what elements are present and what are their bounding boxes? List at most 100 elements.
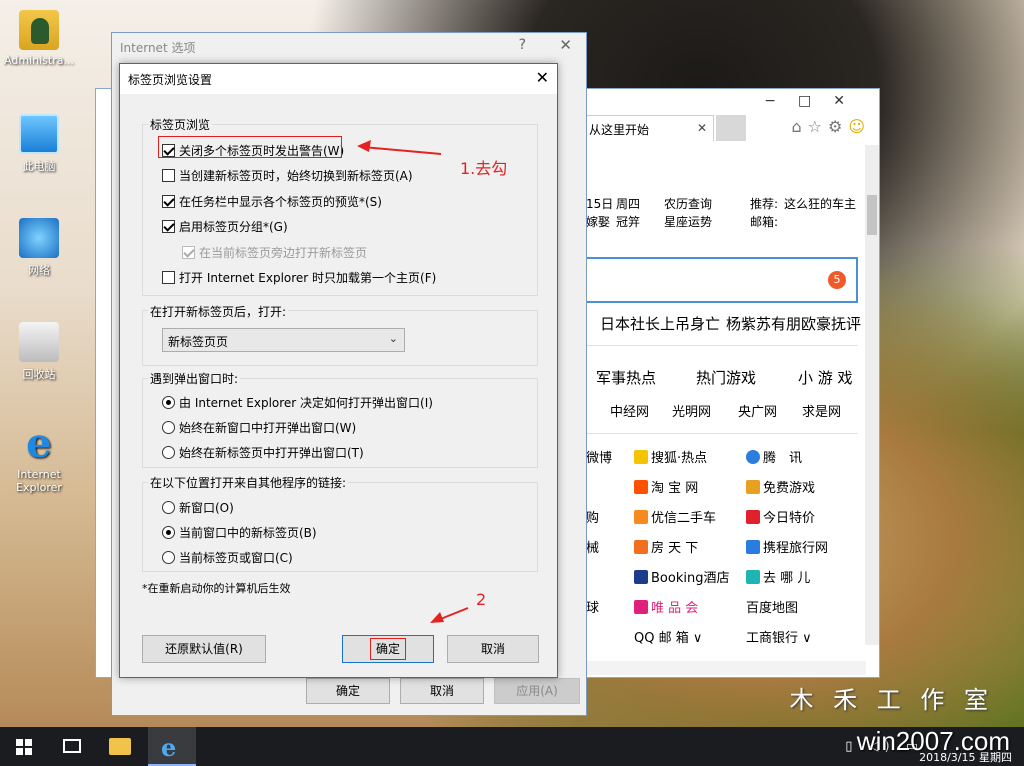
- ok-button[interactable]: 确定: [306, 678, 390, 704]
- checkbox-taskbar-preview[interactable]: 在任务栏中显示各个标签页的预览*(S): [162, 193, 382, 210]
- desktop-icon-user-folder[interactable]: Administra...: [4, 10, 74, 67]
- browser-tools[interactable]: ⌂☆⚙☺: [791, 117, 871, 136]
- site-link[interactable]: Booking酒店: [634, 567, 729, 586]
- highlight-box: [370, 638, 406, 660]
- site-link[interactable]: 唯 品 会: [634, 597, 698, 616]
- close-icon[interactable]: ✕: [559, 36, 572, 54]
- annotation-step-2: 2: [476, 590, 487, 609]
- radio-popup-new-window[interactable]: 始终在新窗口中打开弹出窗口(W): [162, 419, 356, 436]
- site-link[interactable]: 去 哪 儿: [746, 567, 810, 586]
- news-link[interactable]: 杨紫苏有朋欧豪抚评: [726, 313, 861, 334]
- checkbox-tab-groups[interactable]: 启用标签页分组*(G): [162, 218, 288, 235]
- checkbox-load-first-home[interactable]: 打开 Internet Explorer 时只加载第一个主页(F): [162, 269, 436, 286]
- desktop-icon-this-pc[interactable]: 此电脑: [4, 114, 74, 174]
- radio-link-new-tab[interactable]: 当前窗口中的新标签页(B): [162, 524, 317, 541]
- user-folder-icon: [19, 10, 59, 50]
- radio-icon[interactable]: [162, 446, 175, 459]
- site-link[interactable]: 腾 讯: [746, 447, 802, 466]
- site-link[interactable]: 今日特价: [746, 507, 815, 526]
- tab-close-icon[interactable]: ✕: [697, 121, 707, 135]
- group-label: 标签页浏览: [148, 116, 213, 133]
- horizontal-scrollbar[interactable]: [586, 661, 866, 675]
- start-button[interactable]: [0, 727, 48, 766]
- checkbox-open-next-to-current: 在当前标签页旁边打开新标签页: [182, 244, 367, 261]
- folder-icon: [109, 738, 131, 755]
- radio-popup-new-tab[interactable]: 始终在新标签页中打开弹出窗口(T): [162, 444, 364, 461]
- desktop-icon-network[interactable]: 网络: [4, 218, 74, 278]
- site-link[interactable]: 免费游戏: [746, 477, 815, 496]
- dialog-title: 标签页浏览设置: [128, 73, 213, 87]
- radio-icon[interactable]: [162, 501, 175, 514]
- help-icon[interactable]: ?: [519, 37, 526, 53]
- task-view-icon: [63, 739, 81, 753]
- annotation-step-1: 1.去勾: [460, 159, 508, 178]
- site-link[interactable]: 工商银行 ∨: [746, 627, 812, 646]
- radio-link-current[interactable]: 当前标签页或窗口(C): [162, 549, 293, 566]
- radio-popup-auto[interactable]: 由 Internet Explorer 决定如何打开弹出窗口(I): [162, 394, 433, 411]
- vertical-scrollbar[interactable]: [865, 145, 879, 645]
- group-label: 在以下位置打开来自其他程序的链接:: [148, 474, 349, 491]
- news-link[interactable]: 日本社长上吊身亡: [600, 313, 720, 334]
- window-controls[interactable]: −□✕: [764, 93, 867, 109]
- ie-icon: e: [26, 420, 52, 467]
- dialog-body: 标签页浏览 关闭多个标签页时发出警告(W) 当创建新标签页时，始终切换到新标签页…: [120, 94, 557, 677]
- radio-icon[interactable]: [162, 396, 175, 409]
- checkbox-icon[interactable]: [162, 169, 175, 182]
- radio-icon[interactable]: [162, 421, 175, 434]
- site-link[interactable]: 搜狐·热点: [634, 447, 707, 466]
- radio-icon[interactable]: [162, 526, 175, 539]
- site-link[interactable]: 房 天 下: [634, 537, 698, 556]
- nav-link[interactable]: 小 游 戏: [798, 367, 853, 388]
- checkbox-icon[interactable]: [162, 220, 175, 233]
- site-link[interactable]: QQ 邮 箱 ∨: [634, 627, 702, 646]
- wallpaper-mark: 木 禾 工 作 室: [789, 686, 994, 714]
- notification-badge: 5: [828, 271, 846, 289]
- nav-link[interactable]: 中经网: [610, 401, 649, 420]
- site-watermark: win2007.com: [856, 726, 1010, 756]
- taskbar-ie[interactable]: e: [148, 727, 196, 766]
- search-box[interactable]: 5: [586, 257, 858, 303]
- nav-link[interactable]: 央广网: [738, 401, 777, 420]
- close-icon[interactable]: ✕: [536, 68, 549, 87]
- nav-link[interactable]: 光明网: [672, 401, 711, 420]
- group-label: 在打开新标签页后，打开:: [148, 303, 289, 320]
- recycle-bin-icon: [19, 322, 59, 362]
- desktop-icon-recycle-bin[interactable]: 回收站: [4, 322, 74, 382]
- nav-link[interactable]: 热门游戏: [696, 367, 756, 388]
- cancel-button[interactable]: 取消: [447, 635, 539, 663]
- new-tab-button[interactable]: [716, 115, 746, 141]
- restore-defaults-button[interactable]: 还原默认值(R): [142, 635, 266, 663]
- feedback-smile-icon[interactable]: ☺: [848, 117, 871, 136]
- radio-icon[interactable]: [162, 551, 175, 564]
- annotation-arrow-2: [430, 607, 469, 623]
- checkbox-icon: [182, 246, 195, 259]
- nav-link[interactable]: 军事热点: [596, 367, 656, 388]
- highlight-box: [158, 136, 342, 158]
- windows-logo-icon: [16, 739, 32, 755]
- new-tab-page-select[interactable]: 新标签页页 ⌄: [162, 328, 405, 352]
- site-link[interactable]: 优信二手车: [634, 507, 716, 526]
- checkbox-icon[interactable]: [162, 195, 175, 208]
- network-icon: [19, 218, 59, 258]
- site-link[interactable]: 淘 宝 网: [634, 477, 698, 496]
- task-view-button[interactable]: [48, 727, 96, 766]
- restart-note: *在重新启动你的计算机后生效: [142, 582, 291, 595]
- radio-link-new-window[interactable]: 新窗口(O): [162, 499, 234, 516]
- checkbox-icon[interactable]: [162, 271, 175, 284]
- checkbox-switch-new-tab[interactable]: 当创建新标签页时，始终切换到新标签页(A): [162, 167, 413, 184]
- taskbar-file-explorer[interactable]: [96, 727, 144, 766]
- desktop-icon-ie[interactable]: e Internet Explorer: [4, 420, 74, 495]
- browser-tab-home[interactable]: 从这里开始 ✕: [586, 115, 714, 141]
- ie-icon: e: [161, 733, 177, 762]
- nav-link[interactable]: 求是网: [802, 401, 841, 420]
- site-link[interactable]: 携程旅行网: [746, 537, 828, 556]
- computer-icon: [19, 114, 59, 154]
- group-label: 遇到弹出窗口时:: [148, 370, 241, 387]
- annotation-arrow-1: [357, 140, 442, 155]
- apply-button[interactable]: 应用(A): [494, 678, 580, 704]
- cancel-button[interactable]: 取消: [400, 678, 484, 704]
- site-link[interactable]: 百度地图: [746, 597, 798, 616]
- dialog-title: Internet 选项: [120, 41, 196, 55]
- chevron-down-icon: ⌄: [388, 332, 398, 345]
- browser-page-content: 15日 周四 农历查询 推荐: 这么狂的车主 嫁娶 冠笄 星座运势 邮箱: 5 …: [586, 145, 868, 671]
